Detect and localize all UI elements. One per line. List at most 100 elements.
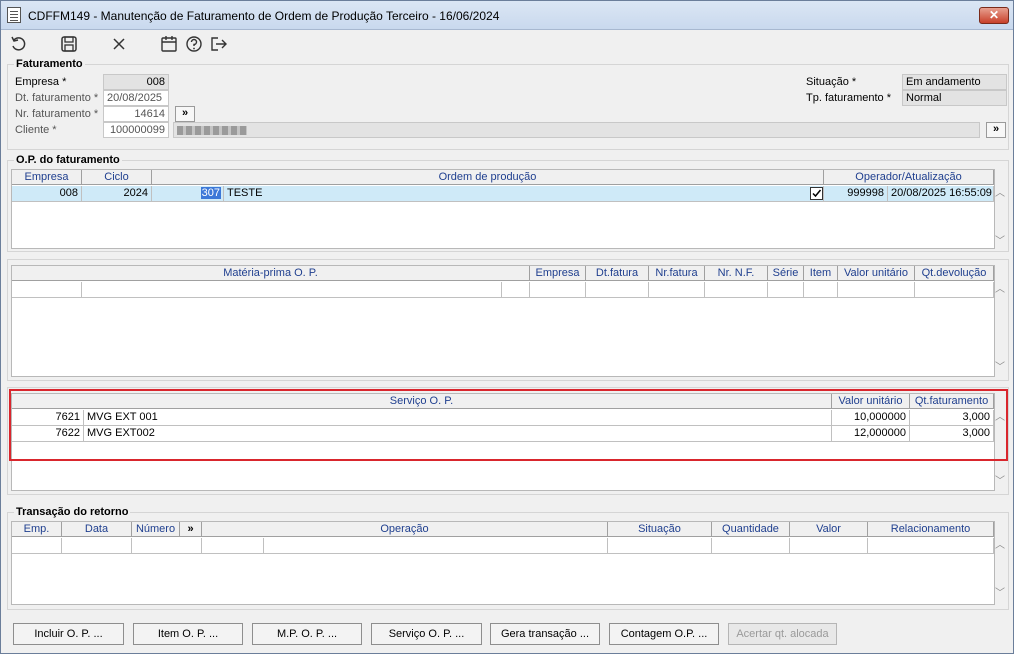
col-materia-prima[interactable]: Matéria-prima O. P. <box>12 266 530 281</box>
scroll-up-icon[interactable]: ︿ <box>995 189 1005 199</box>
cell-numero[interactable] <box>132 538 202 554</box>
cell-operador[interactable]: 999998 <box>824 186 888 202</box>
cell-servico-desc[interactable]: MVG EXT002 <box>84 426 832 442</box>
contagem-op-button[interactable]: Contagem O.P. ... <box>609 623 719 645</box>
cell-quantidade[interactable] <box>712 538 790 554</box>
cell-ciclo[interactable]: 2024 <box>82 186 152 202</box>
cliente-code-field[interactable]: 100000099 <box>103 122 169 138</box>
col-valor-unitario[interactable]: Valor unitário <box>838 266 915 281</box>
empresa-field[interactable]: 008 <box>103 74 169 90</box>
col-quantidade[interactable]: Quantidade <box>712 522 790 537</box>
cell-servico-qt[interactable]: 3,000 <box>910 410 994 426</box>
col-servico-valor[interactable]: Valor unitário <box>832 394 910 409</box>
acertar-qt-alocada-button[interactable]: Acertar qt. alocada <box>728 623 837 645</box>
cell-mp-serie[interactable] <box>768 282 804 298</box>
col-dt-fatura[interactable]: Dt.fatura <box>586 266 649 281</box>
cell-servico-code[interactable]: 7621 <box>12 410 84 426</box>
col-operador[interactable]: Operador/Atualização <box>824 170 994 185</box>
col-qt-faturamento[interactable]: Qt.faturamento <box>910 394 994 409</box>
col-valor[interactable]: Valor <box>790 522 868 537</box>
transacao-title: Transação do retorno <box>14 506 131 518</box>
servico-op-button[interactable]: Serviço O. P. ... <box>371 623 482 645</box>
cell-mp-code[interactable] <box>12 282 82 298</box>
cell-valor[interactable] <box>790 538 868 554</box>
scroll-up-icon[interactable]: ︿ <box>995 413 1005 423</box>
incluir-op-button[interactable]: Incluir O. P. ... <box>13 623 124 645</box>
col-operacao[interactable]: Operação <box>202 522 608 537</box>
row-checkbox[interactable] <box>810 187 823 200</box>
numero-more-button[interactable]: » <box>180 522 202 537</box>
close-button[interactable]: ✕ <box>979 7 1009 24</box>
materia-prima-grid[interactable]: Matéria-prima O. P. Empresa Dt.fatura Nr… <box>11 265 995 377</box>
transacao-grid[interactable]: Emp. Data Número » Operação Situação Qua… <box>11 521 995 605</box>
cell-mp-nr-nf[interactable] <box>705 282 768 298</box>
cell-servico-desc[interactable]: MVG EXT 001 <box>84 410 832 426</box>
scroll-down-icon[interactable]: ﹀ <box>995 589 1005 599</box>
col-serie[interactable]: Série <box>768 266 804 281</box>
col-relacionamento[interactable]: Relacionamento <box>868 522 994 537</box>
gera-transacao-button[interactable]: Gera transação ... <box>490 623 600 645</box>
dt-faturamento-label: Dt. faturamento * <box>15 92 99 104</box>
cell-mp-valor[interactable] <box>838 282 915 298</box>
nr-faturamento-field[interactable]: 14614 <box>103 106 169 122</box>
scroll-down-icon[interactable]: ﹀ <box>995 477 1005 487</box>
calendar-icon[interactable] <box>159 35 179 53</box>
dt-faturamento-field[interactable]: 20/08/2025 <box>103 90 169 106</box>
faturamento-group: Faturamento Empresa * 008 Dt. faturament… <box>7 58 1009 150</box>
scroll-up-icon[interactable]: ︿ <box>995 541 1005 551</box>
cell-mp-dt-fatura[interactable] <box>586 282 649 298</box>
cell-atualizacao[interactable]: 20/08/2025 16:55:09 <box>888 186 994 202</box>
nr-faturamento-more-button[interactable]: » <box>175 106 195 122</box>
ordem-numero-text: 307 <box>200 187 221 199</box>
col-situacao[interactable]: Situação <box>608 522 712 537</box>
scroll-up-icon[interactable]: ︿ <box>995 285 1005 295</box>
servico-grid[interactable]: Serviço O. P. Valor unitário Qt.faturame… <box>11 393 995 491</box>
col-mp-empresa[interactable]: Empresa <box>530 266 586 281</box>
cell-ordem-numero[interactable]: 307 <box>152 186 224 202</box>
nr-faturamento-label: Nr. faturamento * <box>15 108 99 120</box>
item-op-button[interactable]: Item O. P. ... <box>133 623 243 645</box>
cell-data[interactable] <box>62 538 132 554</box>
cell-servico-qt[interactable]: 3,000 <box>910 426 994 442</box>
col-nr-nf[interactable]: Nr. N.F. <box>705 266 768 281</box>
col-data[interactable]: Data <box>62 522 132 537</box>
cell-mp-qt[interactable] <box>915 282 994 298</box>
help-icon[interactable] <box>184 35 204 53</box>
cell-servico-valor[interactable]: 12,000000 <box>832 426 910 442</box>
cell-situacao[interactable] <box>608 538 712 554</box>
col-qt-devolucao[interactable]: Qt.devolução <box>915 266 994 281</box>
cell-mp-nr-fatura[interactable] <box>649 282 705 298</box>
cell-mp-item[interactable] <box>804 282 838 298</box>
col-empresa[interactable]: Empresa <box>12 170 82 185</box>
refresh-icon[interactable] <box>9 35 29 53</box>
col-nr-fatura[interactable]: Nr.fatura <box>649 266 705 281</box>
save-icon[interactable] <box>59 35 79 53</box>
op-faturamento-grid[interactable]: Empresa Ciclo Ordem de produção Operador… <box>11 169 995 249</box>
col-item[interactable]: Item <box>804 266 838 281</box>
cliente-more-button[interactable]: » <box>986 122 1006 138</box>
cell-mp-empresa[interactable] <box>530 282 586 298</box>
cell-servico-valor[interactable]: 10,000000 <box>832 410 910 426</box>
cancel-icon[interactable] <box>109 35 129 53</box>
exit-icon[interactable] <box>209 35 229 53</box>
cell-operacao-code[interactable] <box>202 538 264 554</box>
cell-emp[interactable] <box>12 538 62 554</box>
col-emp[interactable]: Emp. <box>12 522 62 537</box>
col-numero[interactable]: Número <box>132 522 180 537</box>
cell-ordem-descricao[interactable]: TESTE <box>224 186 824 202</box>
cell-mp-extra[interactable] <box>502 282 530 298</box>
document-icon <box>7 7 21 23</box>
cell-empresa[interactable]: 008 <box>12 186 82 202</box>
cell-operacao-desc[interactable] <box>264 538 608 554</box>
col-ordem-producao[interactable]: Ordem de produção <box>152 170 824 185</box>
scroll-down-icon[interactable]: ﹀ <box>995 363 1005 373</box>
faturamento-title: Faturamento <box>14 58 85 70</box>
col-ciclo[interactable]: Ciclo <box>82 170 152 185</box>
mp-op-button[interactable]: M.P. O. P. ... <box>252 623 362 645</box>
tp-faturamento-label: Tp. faturamento * <box>806 92 891 104</box>
cell-servico-code[interactable]: 7622 <box>12 426 84 442</box>
cell-relacionamento[interactable] <box>868 538 994 554</box>
col-servico[interactable]: Serviço O. P. <box>12 394 832 409</box>
cell-mp-desc[interactable] <box>82 282 502 298</box>
scroll-down-icon[interactable]: ﹀ <box>995 237 1005 247</box>
